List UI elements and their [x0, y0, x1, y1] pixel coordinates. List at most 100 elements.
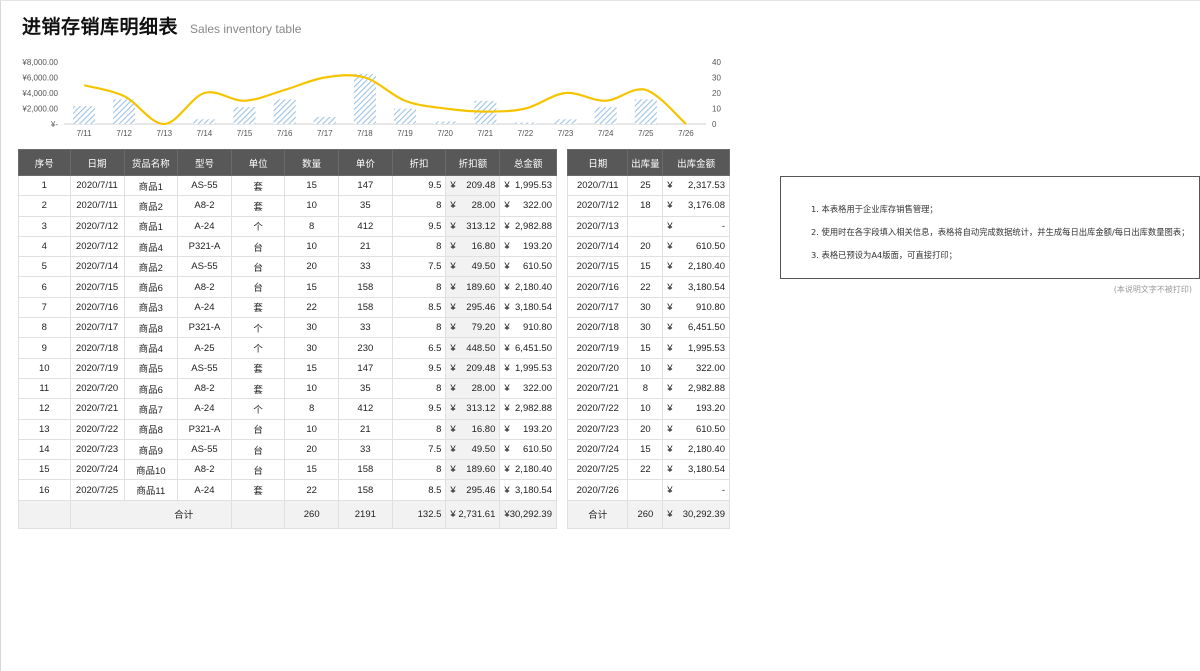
row-index-cell: 9 — [18, 337, 71, 359]
column-header[interactable]: 总金额 — [499, 149, 557, 176]
table-row[interactable]: 6 2020/7/15 商品6 A8-2 台 15 158 8 ¥189.60 ¥2,180.40 — [18, 276, 557, 298]
column-header[interactable]: 日期 — [69, 149, 125, 176]
side-table-row[interactable]: 2020/7/23 20 ¥610.50 — [566, 418, 730, 440]
discount-cell: 8 — [391, 418, 447, 440]
page-title: 进销存销库明细表 — [22, 16, 179, 38]
column-header[interactable]: 序号 — [18, 149, 71, 176]
table-row[interactable]: 12 2020/7/21 商品7 A-24 个 8 412 9.5 ¥313.12 ¥2,982.… — [18, 398, 557, 420]
total-amount-cell-wrap: ¥1,995.53 — [504, 180, 552, 191]
model-cell: AS-55 — [177, 438, 232, 461]
daily-outbound-table: 日期 出库量 出库金额 2020/7/11 25 ¥2,317.53 2020/7/12 1… — [566, 149, 730, 529]
table-row[interactable]: 2 2020/7/11 商品2 A8-2 套 10 35 8 ¥28.00 ¥322.00 — [18, 195, 557, 217]
side-table-row[interactable]: 2020/7/25 22 ¥3,180.54 — [566, 459, 730, 481]
row-index-cell: 13 — [18, 418, 71, 440]
instruction-line: 2. 使用时在各字段填入相关信息，表格将自动完成数据统计，并生成每日出库金额/每… — [811, 227, 1190, 237]
currency-symbol: ¥ — [504, 301, 510, 313]
currency-symbol: ¥ — [450, 241, 456, 253]
discount-amount-cell-wrap: ¥313.12 — [450, 403, 495, 414]
side-column-header[interactable]: 日期 — [566, 149, 629, 176]
side-column-header[interactable]: 出库金额 — [662, 149, 730, 176]
table-row[interactable]: 5 2020/7/14 商品2 AS-55 台 20 33 7.5 ¥49.50 ¥610.50 — [18, 256, 557, 278]
discount-cell: 8 — [391, 377, 447, 400]
table-row[interactable]: 1 2020/7/11 商品1 AS-55 套 15 147 9.5 ¥209.48 ¥1,995… — [18, 174, 557, 197]
discount-cell: 8 — [391, 459, 447, 481]
outbound-date-cell: 2020/7/21 — [566, 377, 629, 400]
discount-amount-cell-wrap: ¥295.46 — [450, 485, 495, 496]
column-header[interactable]: 数量 — [284, 149, 339, 176]
row-index-cell: 5 — [18, 256, 71, 278]
table-row[interactable]: 8 2020/7/17 商品8 P321-A 个 30 33 8 ¥79.20 ¥910.80 — [18, 317, 557, 339]
discount-amount-cell: ¥313.12 — [445, 398, 501, 420]
right-axis-tick-label: 30 — [712, 74, 721, 83]
side-table-row[interactable]: 2020/7/21 8 ¥2,982.88 — [566, 377, 730, 400]
discount-amount-cell: ¥209.48 — [445, 357, 501, 379]
outbound-qty-cell: 20 — [627, 235, 664, 258]
side-table-row[interactable]: 2020/7/14 20 ¥610.50 — [566, 235, 730, 258]
column-header[interactable]: 货品名称 — [123, 149, 179, 176]
total-amount-cell: ¥6,451.50 — [499, 337, 557, 359]
row-index-cell: 16 — [18, 479, 71, 501]
outbound-amount-bar — [273, 99, 296, 124]
outbound-amount-cell: ¥610.50 — [662, 418, 730, 440]
side-table-row[interactable]: 2020/7/20 10 ¥322.00 — [566, 357, 730, 379]
table-row[interactable]: 11 2020/7/20 商品6 A8-2 套 10 35 8 ¥28.00 ¥322.00 — [18, 377, 557, 400]
discount-amount-cell-wrap: ¥209.48 — [450, 180, 495, 191]
outbound-amount-cell-wrap: ¥610.50 — [667, 424, 725, 435]
total-amount-cell-wrap: ¥2,982.88 — [504, 403, 552, 414]
column-header[interactable]: 单价 — [338, 149, 393, 176]
side-table-row[interactable]: 2020/7/26 ¥ - — [566, 479, 730, 501]
side-table-row[interactable]: 2020/7/12 18 ¥3,176.08 — [566, 195, 730, 217]
outbound-amount-cell-value: 3,180.54 — [688, 281, 725, 293]
discount-amount-cell-value: 448.50 — [466, 342, 496, 354]
table-row[interactable]: 4 2020/7/12 商品4 P321-A 台 10 21 8 ¥16.80 ¥193.20 — [18, 235, 557, 258]
product-name-cell: 商品6 — [123, 377, 179, 400]
side-table-row[interactable]: 2020/7/24 15 ¥2,180.40 — [566, 438, 730, 461]
side-table-row[interactable]: 2020/7/16 22 ¥3,180.54 — [566, 276, 730, 298]
unit-price-cell: 158 — [338, 479, 393, 501]
model-cell: A-24 — [177, 296, 232, 319]
outbound-date-cell: 2020/7/25 — [566, 459, 629, 481]
discount-amount-cell-wrap: ¥79.20 — [450, 322, 495, 333]
side-table-row[interactable]: 2020/7/18 30 ¥6,451.50 — [566, 317, 730, 339]
side-column-header[interactable]: 出库量 — [627, 149, 664, 176]
side-table-row[interactable]: 2020/7/19 15 ¥1,995.53 — [566, 337, 730, 359]
side-table-row[interactable]: 2020/7/13 ¥ - — [566, 215, 730, 237]
row-index-cell: 7 — [18, 296, 71, 319]
side-table-row[interactable]: 2020/7/15 15 ¥2,180.40 — [566, 256, 730, 278]
unit-price-cell: 147 — [338, 357, 393, 379]
column-header[interactable]: 单位 — [230, 149, 286, 176]
row-date-cell: 2020/7/18 — [69, 337, 125, 359]
table-row[interactable]: 10 2020/7/19 商品5 AS-55 套 15 147 9.5 ¥209.48 ¥1,99… — [18, 357, 557, 379]
side-table-row[interactable]: 2020/7/11 25 ¥2,317.53 — [566, 174, 730, 197]
side-table-row[interactable]: 2020/7/22 10 ¥193.20 — [566, 398, 730, 420]
product-name-cell: 商品1 — [123, 215, 179, 237]
unit-price-cell: 158 — [338, 296, 393, 319]
row-index-cell: 6 — [18, 276, 71, 298]
x-axis-tick-label: 7/24 — [598, 129, 614, 138]
total-amount-cell-value: 1,995.53 — [515, 180, 552, 192]
table-row[interactable]: 9 2020/7/18 商品4 A-25 个 30 230 6.5 ¥448.50 ¥6,451.… — [18, 337, 557, 359]
table-row[interactable]: 13 2020/7/22 商品8 P321-A 台 10 21 8 ¥16.80 ¥193.20 — [18, 418, 557, 440]
side-total-amount: ¥30,292.39 — [662, 499, 730, 529]
table-row[interactable]: 14 2020/7/23 商品9 AS-55 台 20 33 7.5 ¥49.50 ¥610.50 — [18, 438, 557, 461]
outbound-amount-bar — [594, 107, 617, 124]
column-header[interactable]: 型号 — [177, 149, 232, 176]
outbound-amount-cell-wrap: ¥2,982.88 — [667, 383, 725, 394]
side-table-row[interactable]: 2020/7/17 30 ¥910.80 — [566, 296, 730, 319]
total-discount: 132.5 — [391, 499, 447, 529]
row-date-cell: 2020/7/12 — [69, 215, 125, 237]
column-header[interactable]: 折扣额 — [445, 149, 501, 176]
outbound-qty-cell: 8 — [627, 377, 664, 400]
table-row[interactable]: 3 2020/7/12 商品1 A-24 个 8 412 9.5 ¥313.12 ¥2,982.8… — [18, 215, 557, 237]
table-row[interactable]: 16 2020/7/25 商品11 A-24 套 22 158 8.5 ¥295.46 ¥3,18… — [18, 479, 557, 501]
table-row[interactable]: 15 2020/7/24 商品10 A8-2 台 15 158 8 ¥189.60 ¥2,180.… — [18, 459, 557, 481]
discount-amount-cell: ¥189.60 — [445, 276, 501, 298]
side-total-label: 合计 — [566, 499, 629, 529]
column-header[interactable]: 折扣 — [391, 149, 447, 176]
table-row[interactable]: 7 2020/7/16 商品3 A-24 套 22 158 8.5 ¥295.46 ¥3,180.… — [18, 296, 557, 319]
total-amount-cell: ¥322.00 — [499, 195, 557, 217]
discount-amount-cell-value: 28.00 — [471, 200, 496, 212]
currency-symbol: ¥ — [450, 403, 456, 415]
total-amount-cell-value: 610.50 — [522, 444, 552, 455]
x-axis-tick-label: 7/18 — [357, 129, 373, 138]
